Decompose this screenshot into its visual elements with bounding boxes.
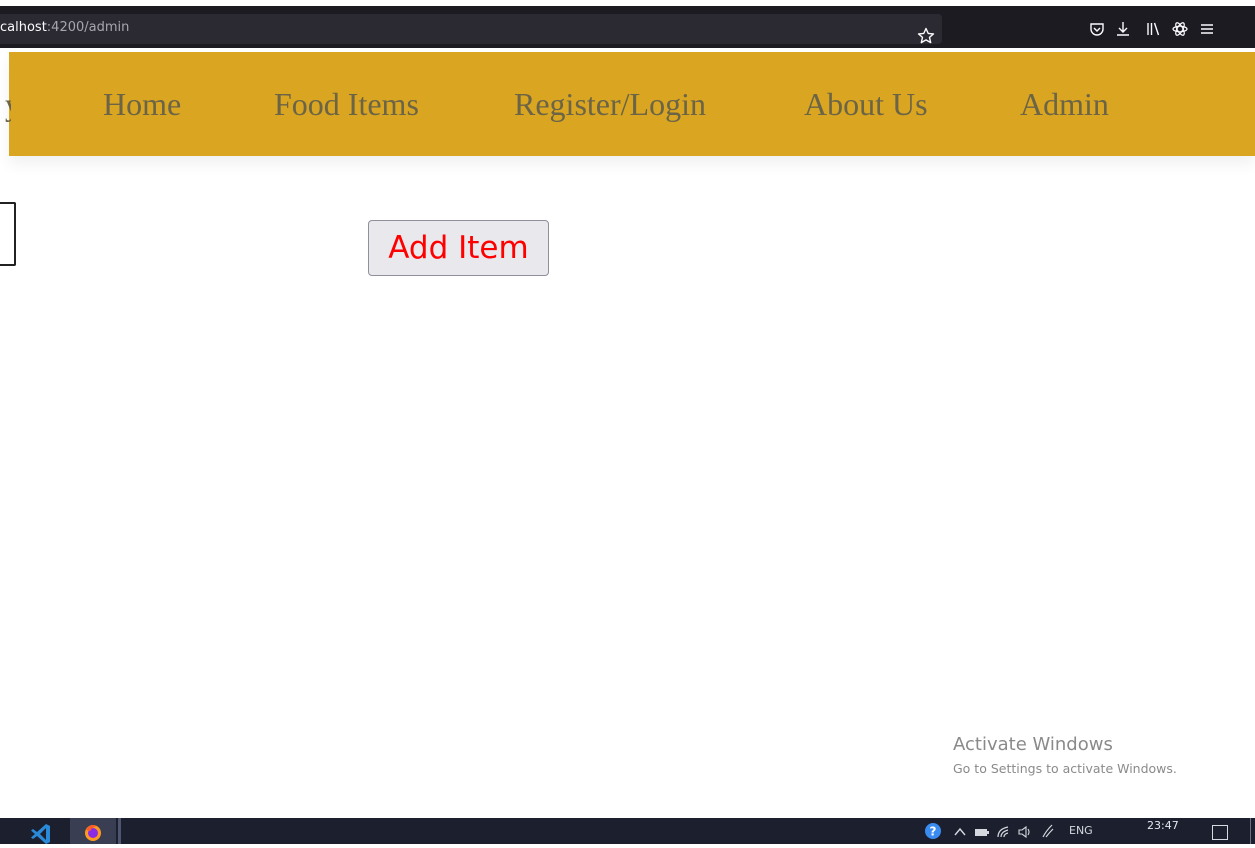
taskbar-top-edge (0, 810, 1255, 818)
vscode-icon[interactable] (28, 818, 54, 844)
taskbar-active-indicator (118, 818, 121, 844)
wifi-icon[interactable] (996, 824, 1012, 838)
pocket-icon[interactable] (1088, 20, 1106, 38)
nav-link-register-login[interactable]: Register/Login (514, 85, 706, 123)
url-path: :4200/admin (46, 20, 130, 35)
download-icon[interactable] (1114, 20, 1132, 38)
url-text[interactable]: calhost:4200/admin (0, 20, 129, 35)
nav-link-food-items[interactable]: Food Items (274, 85, 419, 123)
nav-link-cut-off[interactable]: y (5, 85, 11, 123)
show-desktop-button[interactable] (1250, 818, 1251, 844)
star-icon[interactable] (916, 26, 936, 46)
battery-icon[interactable] (974, 824, 990, 838)
item-input-field[interactable] (0, 202, 16, 266)
notification-icon[interactable] (1212, 825, 1228, 840)
activate-windows-watermark: Activate Windows Go to Settings to activ… (953, 733, 1177, 779)
nav-link-admin[interactable]: Admin (1020, 85, 1109, 123)
library-icon[interactable] (1145, 20, 1163, 38)
svg-text:?: ? (930, 825, 937, 839)
nav-link-about-us[interactable]: About Us (804, 85, 928, 123)
extension-icon[interactable] (1171, 20, 1189, 38)
site-navbar: y Home Food Items Register/Login About U… (5, 52, 1255, 156)
taskbar: ? ENG 23:47 (0, 818, 1255, 844)
pen-icon[interactable] (1040, 823, 1056, 839)
watermark-title: Activate Windows (953, 734, 1113, 755)
url-host: calhost (0, 20, 47, 35)
menu-icon[interactable] (1198, 20, 1216, 38)
clock-time[interactable]: 23:47 (1147, 819, 1179, 832)
volume-icon[interactable] (1017, 824, 1033, 839)
add-item-button[interactable]: Add Item (368, 220, 549, 276)
chevron-up-icon[interactable] (953, 824, 967, 838)
address-bar[interactable]: calhost:4200/admin (0, 14, 942, 44)
nav-link-home[interactable]: Home (103, 85, 181, 123)
language-indicator[interactable]: ENG (1069, 824, 1093, 837)
browser-toolbar: calhost:4200/admin (0, 6, 1255, 48)
help-icon[interactable]: ? (924, 822, 942, 840)
firefox-icon[interactable] (70, 818, 116, 844)
watermark-subtitle: Go to Settings to activate Windows. (953, 761, 1177, 776)
